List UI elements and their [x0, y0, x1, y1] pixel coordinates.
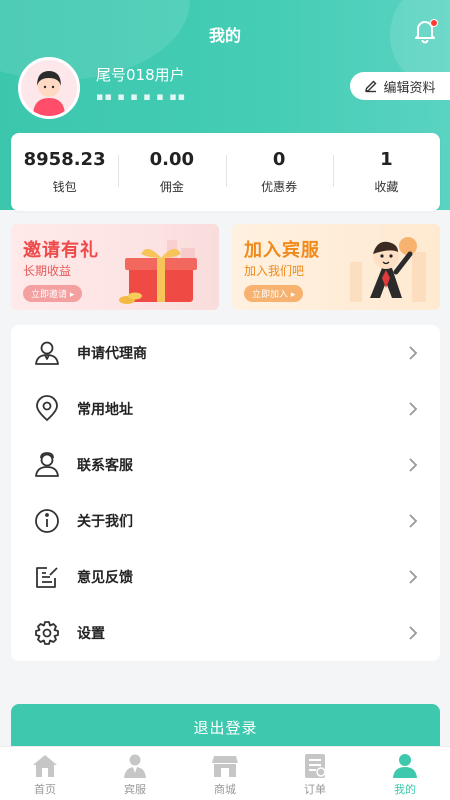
tab-store[interactable]: 商城 [180, 747, 270, 800]
customer-service-icon [35, 452, 59, 477]
tab-orders[interactable]: 订单 [270, 747, 360, 800]
person-icon [35, 341, 59, 365]
gear-icon [35, 621, 59, 645]
stat-value: 0 [272, 149, 286, 170]
order-icon [305, 754, 326, 778]
invite-banner-title: 邀请有礼 [23, 240, 99, 261]
stat-value: 0.00 [149, 149, 195, 170]
menu-item-label: 常用地址 [77, 402, 133, 418]
bottom-tab-bar: 首页 宾服 商城 订单 我的 [0, 746, 450, 800]
service-person-icon [124, 754, 146, 778]
stat-value: 1 [380, 149, 393, 170]
logout-button[interactable]: 退出登录 [11, 704, 440, 750]
gift-box-icon [119, 240, 197, 304]
phone-number-masked: ▪▪ ▪ ▪ ▪ ▪ ▪▪ [96, 90, 187, 103]
edit-pencil-icon [365, 80, 377, 93]
tab-home[interactable]: 首页 [0, 747, 90, 800]
menu-item-about-us[interactable]: 关于我们 [11, 493, 440, 549]
invite-now-button[interactable]: 立即邀请 ▸ [23, 285, 83, 302]
join-banner-subtitle: 加入我们吧 [244, 264, 305, 278]
stat-commission[interactable]: 0.00 佣金 [118, 149, 225, 195]
page-title: 我的 [208, 26, 241, 45]
notification-badge [430, 19, 438, 27]
menu-item-apply-agent[interactable]: 申请代理商 [11, 325, 440, 381]
invite-banner-subtitle: 长期收益 [23, 264, 72, 278]
tab-profile[interactable]: 我的 [360, 747, 450, 800]
tab-label: 商城 [214, 783, 236, 796]
menu-item-label: 关于我们 [77, 514, 133, 530]
menu-item-contact-support[interactable]: 联系客服 [11, 437, 440, 493]
stat-value: 8958.23 [23, 149, 106, 170]
tab-label: 宾服 [124, 783, 146, 796]
join-banner-title: 加入宾服 [244, 240, 320, 261]
menu-item-addresses[interactable]: 常用地址 [11, 381, 440, 437]
username: 尾号018用户 [96, 66, 185, 84]
store-icon [212, 756, 238, 777]
menu-item-label: 申请代理商 [77, 346, 147, 362]
menu-item-label: 设置 [77, 626, 105, 642]
chevron-right-icon [409, 514, 418, 528]
home-icon [33, 755, 57, 777]
menu-item-label: 意见反馈 [77, 570, 133, 586]
info-icon [35, 509, 59, 533]
tab-label: 我的 [394, 783, 416, 796]
stat-label: 佣金 [159, 180, 184, 194]
tab-label: 订单 [304, 783, 326, 796]
notification-bell-icon[interactable] [412, 18, 438, 44]
stat-wallet[interactable]: 8958.23 钱包 [11, 149, 118, 195]
join-now-button[interactable]: 立即加入 ▸ [244, 285, 304, 302]
feedback-icon [36, 567, 58, 588]
cartoon-businessman-icon [350, 237, 426, 302]
chevron-right-icon [409, 346, 418, 360]
stat-label: 收藏 [374, 180, 399, 194]
location-pin-icon [36, 395, 58, 422]
stat-label: 优惠券 [261, 180, 298, 194]
avatar[interactable] [18, 57, 80, 119]
account-stats-card: 8958.23 钱包 0.00 佣金 0 优惠券 1 收藏 [11, 133, 440, 211]
profile-icon [393, 754, 417, 778]
invite-banner[interactable]: 邀请有礼 长期收益 立即邀请 ▸ [11, 224, 219, 310]
stat-favorites[interactable]: 1 收藏 [332, 149, 440, 195]
edit-profile-button[interactable]: 编辑资料 [350, 72, 450, 100]
stat-label: 钱包 [52, 180, 77, 194]
menu-item-label: 联系客服 [77, 458, 133, 474]
tab-service[interactable]: 宾服 [90, 747, 180, 800]
chevron-right-icon [409, 402, 418, 416]
chevron-right-icon [409, 458, 418, 472]
menu-item-feedback[interactable]: 意见反馈 [11, 549, 440, 605]
chevron-right-icon [409, 626, 418, 640]
chevron-right-icon [409, 570, 418, 584]
stat-coupons[interactable]: 0 优惠券 [225, 149, 333, 195]
settings-menu-list: 申请代理商 常用地址 联系客服 关于我们 意见反馈 设置 [11, 325, 440, 661]
join-banner[interactable]: 加入宾服 加入我们吧 立即加入 ▸ [232, 224, 440, 310]
edit-profile-label: 编辑资料 [383, 80, 436, 96]
menu-item-settings[interactable]: 设置 [11, 605, 440, 661]
tab-label: 首页 [34, 783, 56, 796]
